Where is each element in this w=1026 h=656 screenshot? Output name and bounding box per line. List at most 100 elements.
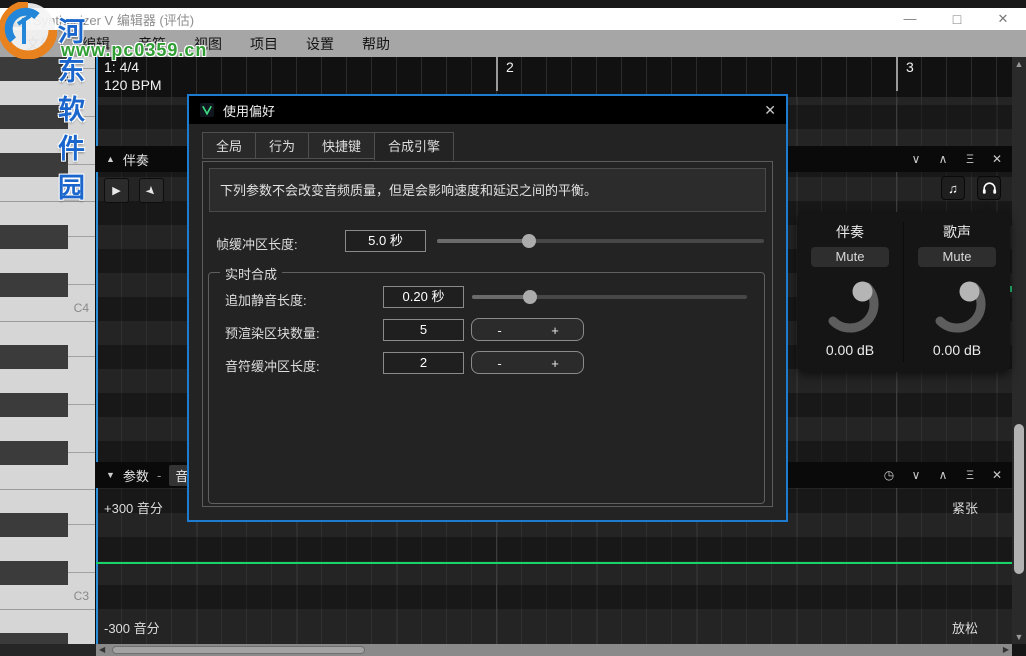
menu-help[interactable]: 帮助 [348,31,404,57]
scroll-right-arrow[interactable]: ▶ [1003,644,1009,656]
window-top-strip [0,0,1026,8]
menu-file[interactable]: 文件 [12,31,68,57]
note-buffer-increment-button[interactable]: + [527,351,584,374]
dialog-title-bar[interactable]: 使用偏好 ✕ [189,96,786,124]
scroll-up-arrow[interactable]: ▲ [1012,59,1026,69]
tab-behavior[interactable]: 行为 [255,132,309,159]
menu-edit[interactable]: 编辑 [68,31,124,57]
piano-key-A#3[interactable] [0,345,96,369]
volume-knob[interactable] [818,272,882,336]
chevron-down-icon[interactable]: ∨ [909,468,923,482]
scroll-down-arrow[interactable]: ▼ [1012,632,1026,642]
piano-key-C#4[interactable] [0,273,96,297]
black-key[interactable] [0,441,68,465]
monitor-mix-button[interactable] [977,176,1001,200]
slider-thumb[interactable] [522,234,536,248]
piano-key-A3[interactable] [0,369,96,393]
piano-key-C4[interactable]: C4 [0,297,96,321]
prerender-blocks-field[interactable]: 5 [383,319,464,341]
black-key[interactable] [0,561,68,585]
piano-key-A4[interactable] [0,81,96,105]
frame-buffer-slider[interactable] [437,234,764,248]
menu-settings[interactable]: 设置 [292,31,348,57]
piano-key-C#3[interactable] [0,561,96,585]
chevron-down-icon[interactable]: ∨ [909,152,923,166]
black-key[interactable] [0,153,68,177]
piano-key-G3[interactable] [0,417,96,441]
chevron-up-icon[interactable]: ∧ [936,468,950,482]
dialog-close-button[interactable]: ✕ [764,96,776,124]
timeline-ruler[interactable]: 1: 4/4 120 BPM 2 3 [96,57,1012,97]
realtime-synthesis-group: 实时合成 追加静音长度: 0.20 秒 预渲染区块数量: 5 - + 音符缓冲区… [208,272,765,504]
piano-key-B3[interactable] [0,321,96,345]
key-separator [68,404,96,405]
menu-project[interactable]: 项目 [236,31,292,57]
measure-3-line [896,57,898,91]
menu-note[interactable]: 音符 [124,31,180,57]
prerender-increment-button[interactable]: + [527,318,584,341]
note-buffer-field[interactable]: 2 [383,352,464,374]
mute-button[interactable]: Mute [811,247,889,267]
key-separator [68,284,96,285]
scroll-left-arrow[interactable]: ◀ [99,644,105,656]
slider-thumb[interactable] [523,290,537,304]
piano-key-E3[interactable] [0,489,96,513]
tab-shortcuts[interactable]: 快捷键 [308,132,375,159]
black-key[interactable] [0,273,68,297]
mute-button[interactable]: Mute [918,247,996,267]
piano-key-G#4[interactable] [0,105,96,129]
minimize-button[interactable]: — [897,8,923,30]
silence-length-field[interactable]: 0.20 秒 [383,286,464,308]
black-key[interactable] [0,345,68,369]
piano-key-D#4[interactable] [0,225,96,249]
black-key[interactable] [0,105,68,129]
black-key[interactable] [0,633,68,644]
close-panel-icon[interactable]: ✕ [990,468,1004,482]
collapse-panel-icon[interactable]: Ξ [963,152,977,166]
piano-key-F#3[interactable] [0,441,96,465]
black-key[interactable] [0,513,68,537]
prerender-decrement-button[interactable]: - [471,318,528,341]
piano-key-D4[interactable] [0,249,96,273]
horizontal-scrollbar-thumb[interactable] [112,646,365,654]
piano-key-A#2[interactable] [0,633,96,644]
piano-key-F#4[interactable] [0,153,96,177]
black-key[interactable] [0,57,68,81]
collapse-panel-icon[interactable]: Ξ [963,468,977,482]
history-icon[interactable]: ◷ [882,468,896,482]
vertical-scrollbar-thumb[interactable] [1014,424,1024,574]
param-upper-right-label: 紧张 [952,498,978,517]
instrumental-button[interactable]: ♫ [941,176,965,200]
chevron-up-icon[interactable]: ∧ [936,152,950,166]
piano-key-G4[interactable] [0,129,96,153]
maximize-button[interactable]: □ [944,8,970,30]
piano-key-G#3[interactable] [0,393,96,417]
piano-key-C3[interactable]: C3 [0,585,96,609]
menu-bar: 文件 编辑 音符 视图 项目 设置 帮助 [0,30,1026,57]
close-button[interactable]: ✕ [990,8,1016,30]
tab-synthesis-engine[interactable]: 合成引擎 [374,132,454,161]
piano-keyboard[interactable]: C4 C3 [0,57,96,644]
play-from-cursor-button[interactable]: ➤ [139,178,164,203]
piano-key-B2[interactable] [0,609,96,633]
caret-up-icon: ▲ [106,154,115,164]
note-buffer-decrement-button[interactable]: - [471,351,528,374]
close-panel-icon[interactable]: ✕ [990,152,1004,166]
piano-key-F3[interactable] [0,465,96,489]
tab-global[interactable]: 全局 [202,132,256,159]
piano-key-D3[interactable] [0,537,96,561]
play-button[interactable]: ▶ [104,178,129,203]
frame-buffer-field[interactable]: 5.0 秒 [345,230,426,252]
vertical-scrollbar[interactable]: ▲ ▼ [1012,57,1026,644]
horizontal-scrollbar[interactable]: ◀ ▶ [96,644,1012,656]
black-key[interactable] [0,225,68,249]
silence-length-slider[interactable] [472,290,747,304]
piano-key-D#3[interactable] [0,513,96,537]
piano-key-F4[interactable] [0,177,96,201]
volume-knob[interactable] [925,272,989,336]
piano-key-E4[interactable] [0,201,96,225]
menu-view[interactable]: 视图 [180,31,236,57]
piano-key-A#4[interactable] [0,57,96,81]
black-key[interactable] [0,393,68,417]
key-separator [68,356,96,357]
